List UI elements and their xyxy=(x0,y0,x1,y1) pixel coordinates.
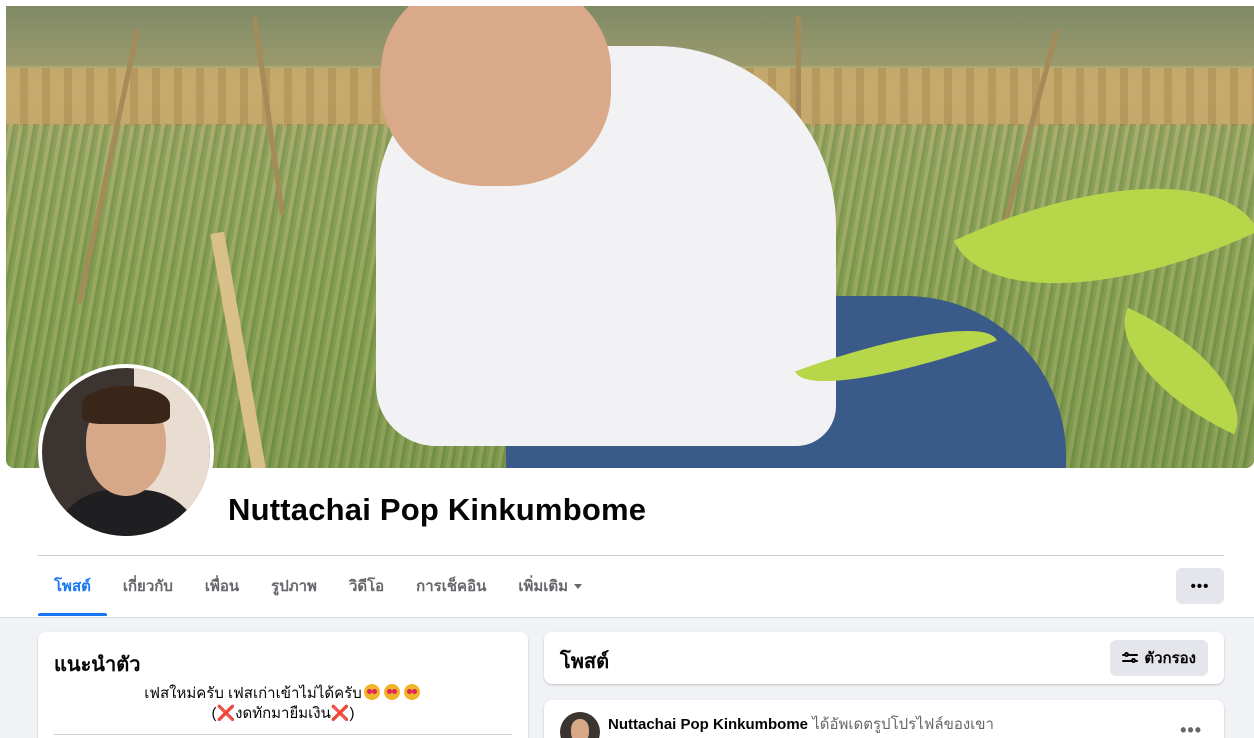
profile-name: Nuttachai Pop Kinkumbome xyxy=(228,492,647,527)
tab-label: เกี่ยวกับ xyxy=(122,578,173,595)
intro-title: แนะนำตัว xyxy=(54,654,141,676)
tab-label: การเช็คอิน xyxy=(416,578,487,595)
cross-mark-icon: ❌ xyxy=(330,705,350,722)
intro-card: แนะนำตัว เฟสใหม่ครับ เฟสเก่าเข้าไม่ได้คร… xyxy=(38,632,528,738)
posts-header-card: โพสต์ ตัวกรอง xyxy=(544,632,1224,684)
post-action-text: ได้อัพเดตรูปโปรไฟล์ของเขา xyxy=(812,716,994,733)
bio-line-2: (❌งดทักมายืมเงิน❌) xyxy=(54,704,512,724)
filter-button[interactable]: ตัวกรอง xyxy=(1110,640,1208,676)
intro-divider xyxy=(54,734,512,735)
bio-text: เฟสใหม่ครับ เฟสเก่าเข้าไม่ได้ครับ xyxy=(144,685,362,702)
bio-paren-close: ) xyxy=(349,705,355,722)
filter-icon xyxy=(1122,651,1139,665)
bio-line-1: เฟสใหม่ครับ เฟสเก่าเข้าไม่ได้ครับ xyxy=(54,684,512,704)
post-header: Nuttachai Pop Kinkumbome ได้อัพเดตรูปโปร… xyxy=(608,712,994,736)
heart-eyes-emoji-icon xyxy=(403,684,420,700)
tab-label: วิดีโอ xyxy=(348,578,385,595)
tab-about[interactable]: เกี่ยวกับ xyxy=(107,556,189,616)
tab-label: เพิ่มเติม xyxy=(518,578,569,595)
posts-title: โพสต์ xyxy=(560,651,610,673)
tab-posts[interactable]: โพสต์ xyxy=(38,556,107,616)
filter-label: ตัวกรอง xyxy=(1144,650,1196,667)
chevron-down-icon xyxy=(574,583,583,589)
tab-more[interactable]: เพิ่มเติม xyxy=(502,556,598,616)
tab-photos[interactable]: รูปภาพ xyxy=(255,556,333,616)
tab-label: เพื่อน xyxy=(204,578,240,595)
cover-face xyxy=(381,6,611,186)
post-author-name[interactable]: Nuttachai Pop Kinkumbome xyxy=(608,716,808,733)
intro-bio: เฟสใหม่ครับ เฟสเก่าเข้าไม่ได้ครับ (❌งดทั… xyxy=(54,684,512,724)
heart-eyes-emoji-icon xyxy=(363,684,380,700)
post-menu-button[interactable]: ••• xyxy=(1180,720,1202,738)
tab-checkins[interactable]: การเช็คอิน xyxy=(400,556,502,616)
post-author-avatar[interactable] xyxy=(560,712,600,738)
avatar-photo xyxy=(42,368,210,536)
more-options-button[interactable]: ••• xyxy=(1176,568,1224,604)
tab-videos[interactable]: วิดีโอ xyxy=(333,556,400,616)
heart-eyes-emoji-icon xyxy=(383,684,400,700)
profile-avatar[interactable] xyxy=(38,364,214,540)
profile-tabs: โพสต์ เกี่ยวกับ เพื่อน รูปภาพ วิดีโอ การ… xyxy=(38,556,598,616)
tab-friends[interactable]: เพื่อน xyxy=(189,556,255,616)
post-card: Nuttachai Pop Kinkumbome ได้อัพเดตรูปโปร… xyxy=(544,700,1224,738)
avatar-hair xyxy=(82,386,170,424)
bio-text: งดทักมายืมเงิน xyxy=(235,705,331,722)
tab-label: รูปภาพ xyxy=(271,578,317,595)
tab-label: โพสต์ xyxy=(54,578,91,595)
cross-mark-icon: ❌ xyxy=(216,705,236,722)
